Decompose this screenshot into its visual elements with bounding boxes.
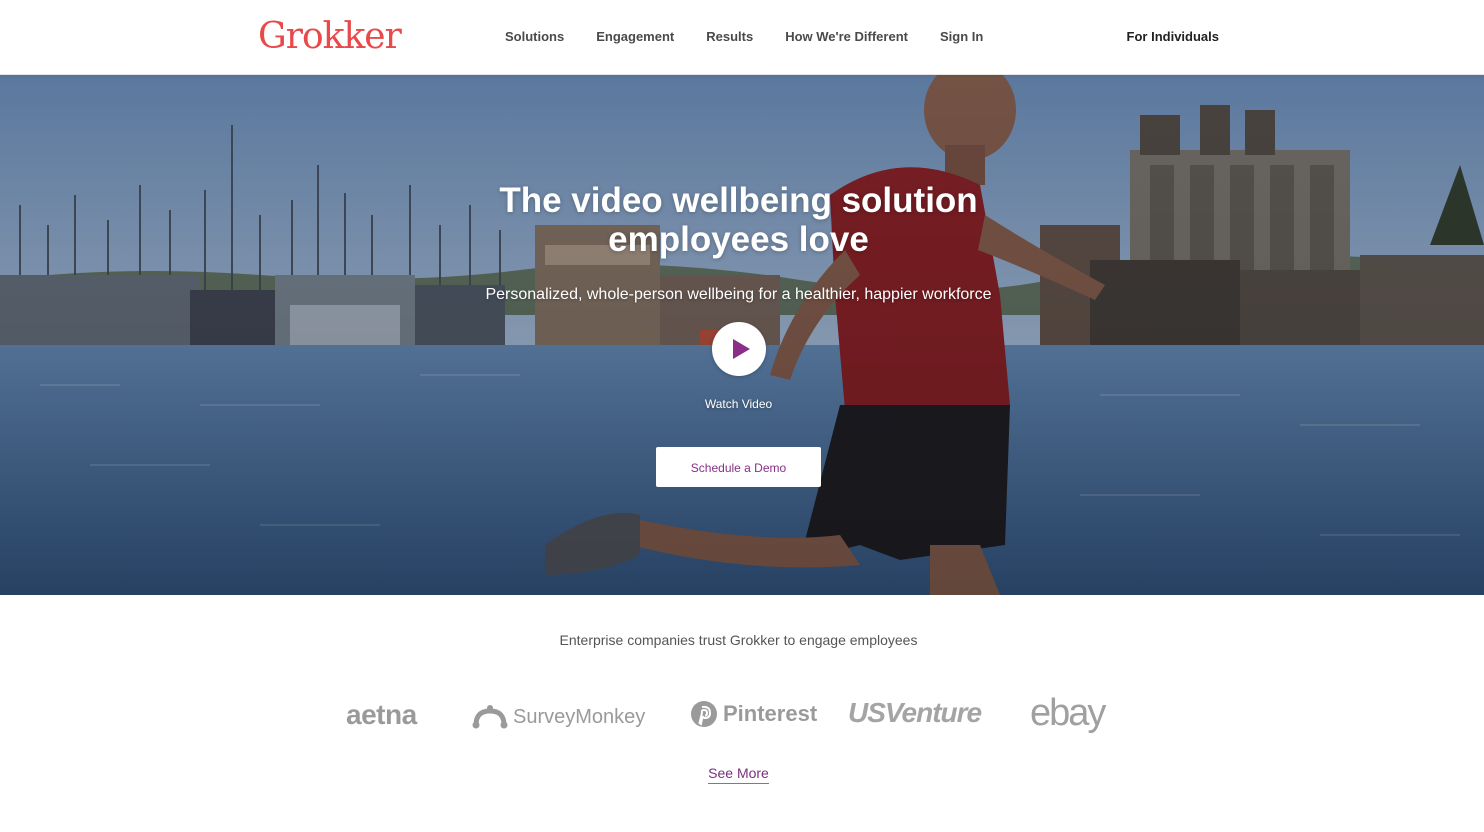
for-individuals-link[interactable]: For Individuals — [1127, 28, 1219, 46]
nav-sign-in[interactable]: Sign In — [940, 28, 983, 46]
site-header: Grokker Solutions Engagement Results How… — [0, 0, 1484, 75]
grokker-logo[interactable]: Grokker — [258, 15, 402, 59]
trust-statement: Enterprise companies trust Grokker to en… — [559, 632, 918, 648]
play-icon — [733, 339, 750, 359]
surveymonkey-logo: SurveyMonkey — [472, 694, 645, 740]
aetna-logo: aetna — [346, 699, 417, 730]
schedule-demo-button[interactable]: Schedule a Demo — [656, 447, 821, 487]
customer-logos: aetna SurveyMonkey Pinterest USVenture e… — [340, 690, 1140, 740]
see-more-label[interactable]: See More — [708, 764, 769, 784]
nav-how-were-different[interactable]: How We're Different — [785, 28, 908, 46]
see-more-link[interactable]: See More — [0, 764, 1477, 784]
hero-section: The video wellbeing solution employees l… — [0, 75, 1484, 595]
nav-engagement[interactable]: Engagement — [596, 28, 674, 46]
pinterest-icon — [691, 701, 717, 727]
surveymonkey-icon — [472, 705, 508, 729]
hero-title: The video wellbeing solution employees l… — [499, 181, 978, 259]
pinterest-wordmark: Pinterest — [723, 701, 818, 726]
main-nav: Solutions Engagement Results How We're D… — [505, 28, 1015, 46]
hero-subtitle: Personalized, whole-person wellbeing for… — [485, 286, 992, 303]
ebay-logo: ebay — [1030, 692, 1106, 734]
nav-solutions[interactable]: Solutions — [505, 28, 564, 46]
pinterest-logo: Pinterest — [690, 691, 817, 737]
nav-results[interactable]: Results — [706, 28, 753, 46]
usventure-logo: USVenture — [848, 697, 982, 728]
surveymonkey-wordmark: SurveyMonkey — [513, 706, 646, 728]
play-video-button[interactable] — [712, 322, 766, 376]
watch-video-label[interactable]: Watch Video — [0, 396, 1477, 412]
